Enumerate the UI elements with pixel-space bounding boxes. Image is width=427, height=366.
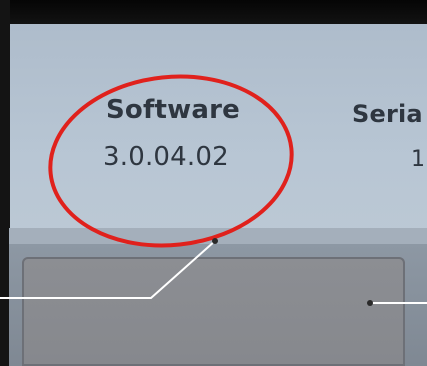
red-highlight-circle <box>48 74 294 248</box>
annotation-overlay <box>0 74 427 306</box>
device-screen-photo: Software 3.0.04.02 Seria 1 <box>0 0 427 366</box>
left-callout-dot <box>212 238 218 244</box>
left-callout-line <box>0 240 216 299</box>
right-callout-dot <box>367 300 373 306</box>
